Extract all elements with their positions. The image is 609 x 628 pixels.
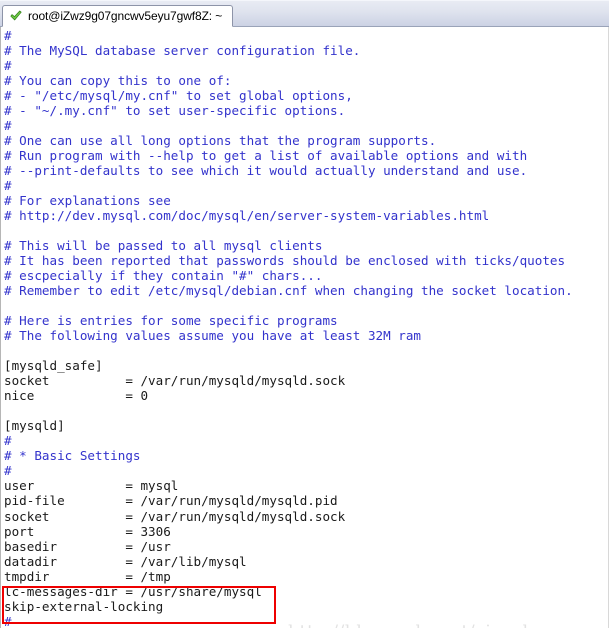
terminal-line: socket = /var/run/mysqld/mysqld.sock xyxy=(4,373,346,389)
terminal-line: nice = 0 xyxy=(4,388,149,404)
terminal-line: [mysqld_safe] xyxy=(4,358,103,374)
tab-title-label: root@iZwz9g07gncwv5eyu7gwf8Z: ~ xyxy=(28,9,223,23)
terminal-line: # - "/etc/mysql/my.cnf" to set global op… xyxy=(4,88,353,104)
terminal-line: [mysqld] xyxy=(4,418,65,434)
terminal-line: skip-external-locking xyxy=(4,598,164,614)
terminal-line: tmpdir = /tmp xyxy=(4,568,171,584)
watermark-text: http://blog.csdn.net/xiaozhegaa xyxy=(288,622,578,628)
terminal-line: # For explanations see xyxy=(4,193,171,209)
terminal-tab-active[interactable]: root@iZwz9g07gncwv5eyu7gwf8Z: ~ xyxy=(2,5,234,27)
tab-bar: root@iZwz9g07gncwv5eyu7gwf8Z: ~ xyxy=(0,0,609,27)
terminal-line: # xyxy=(4,28,12,43)
terminal-line: # The MySQL database server configuratio… xyxy=(4,43,361,59)
terminal-line: # http://dev.mysql.com/doc/mysql/en/serv… xyxy=(4,208,490,224)
terminal-line: port = 3306 xyxy=(4,523,171,539)
terminal-line: # One can use all long options that the … xyxy=(4,133,437,149)
terminal-window: root@iZwz9g07gncwv5eyu7gwf8Z: ~ # # The M… xyxy=(0,0,609,628)
terminal-line: # --print-defaults to see which it would… xyxy=(4,163,528,179)
terminal-body[interactable]: # # The MySQL database server configurati… xyxy=(0,27,609,628)
terminal-line: # It has been reported that passwords sh… xyxy=(4,253,566,269)
terminal-line: # * Basic Settings xyxy=(4,448,141,464)
terminal-line: # xyxy=(4,178,12,194)
terminal-line: datadir = /var/lib/mysql xyxy=(4,553,247,569)
green-check-icon xyxy=(10,10,22,21)
terminal-line: # Here is entries for some specific prog… xyxy=(4,313,338,329)
terminal-line: # xyxy=(4,463,12,479)
terminal-line: # The following values assume you have a… xyxy=(4,328,422,344)
terminal-line: # Remember to edit /etc/mysql/debian.cnf… xyxy=(4,283,573,299)
terminal-line: # - "~/.my.cnf" to set user-specific opt… xyxy=(4,103,346,119)
terminal-line: # xyxy=(4,58,12,74)
terminal-line: # xyxy=(4,118,12,134)
terminal-line: # escpecially if they contain "#" chars.… xyxy=(4,268,323,284)
terminal-line: socket = /var/run/mysqld/mysqld.sock xyxy=(4,508,346,524)
terminal-line: basedir = /usr xyxy=(4,538,171,554)
terminal-line: lc-messages-dir = /usr/share/mysql xyxy=(4,583,262,599)
terminal-line: pid-file = /var/run/mysqld/mysqld.pid xyxy=(4,493,338,509)
terminal-line: # You can copy this to one of: xyxy=(4,73,232,89)
terminal-screen[interactable]: # # The MySQL database server configurati… xyxy=(4,28,608,628)
terminal-line: # Run program with --help to get a list … xyxy=(4,148,528,164)
terminal-line: user = mysql xyxy=(4,478,179,494)
terminal-line: # xyxy=(4,433,12,449)
terminal-line: # This will be passed to all mysql clien… xyxy=(4,238,323,254)
